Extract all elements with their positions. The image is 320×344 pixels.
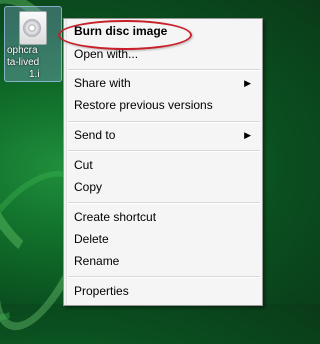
menu-item-restore-previous-versions[interactable]: Restore previous versions: [74, 96, 259, 114]
menu-gutter: [64, 19, 67, 305]
desktop-icon-label-line: 1.i: [29, 69, 40, 80]
submenu-arrow-icon: ▶: [244, 130, 251, 140]
menu-item-label: Rename: [74, 254, 120, 268]
menu-separator: [68, 202, 260, 204]
desktop-icon-label-line: ta-lived: [7, 57, 40, 68]
menu-item-delete[interactable]: Delete: [74, 230, 259, 248]
menu-item-label: Cut: [74, 158, 93, 172]
menu-item-label: Copy: [74, 180, 103, 194]
menu-item-label: Restore previous versions: [74, 98, 213, 112]
menu-item-send-to[interactable]: Send to ▶: [74, 126, 259, 144]
menu-separator: [68, 121, 260, 123]
menu-item-rename[interactable]: Rename: [74, 252, 259, 270]
menu-item-create-shortcut[interactable]: Create shortcut: [74, 208, 259, 226]
menu-item-copy[interactable]: Copy: [74, 178, 259, 196]
menu-item-label: Properties: [74, 284, 129, 298]
menu-item-properties[interactable]: Properties: [74, 282, 259, 300]
menu-item-label: Delete: [74, 232, 109, 246]
menu-item-share-with[interactable]: Share with ▶: [74, 74, 259, 92]
menu-item-cut[interactable]: Cut: [74, 156, 259, 174]
desktop-icon-label-line: ophcra: [7, 45, 38, 56]
menu-separator: [68, 69, 260, 71]
menu-separator: [68, 150, 260, 152]
menu-item-label: Send to: [74, 128, 116, 142]
menu-item-label: Create shortcut: [74, 210, 157, 224]
submenu-arrow-icon: ▶: [244, 78, 251, 88]
desktop-iso-file-icon[interactable]: ophcra ta-lived 1.i: [4, 6, 62, 82]
menu-item-label: Share with: [74, 76, 131, 90]
disc-icon: [23, 19, 41, 37]
desktop-icon-label: ophcra ta-lived 1.i: [5, 45, 63, 81]
highlight-ellipse: [58, 20, 192, 50]
context-menu: Burn disc image Open with... Share with …: [63, 18, 263, 306]
menu-separator: [68, 276, 260, 278]
